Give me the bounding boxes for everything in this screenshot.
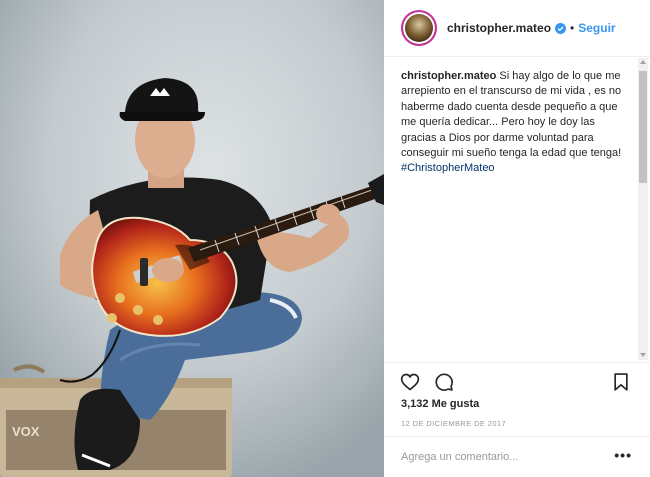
comment-input[interactable] bbox=[401, 448, 601, 466]
scroll-down-arrow-icon[interactable] bbox=[640, 353, 646, 357]
caption-hashtag[interactable]: #ChristopherMateo bbox=[401, 162, 495, 174]
comment-box: ••• bbox=[384, 436, 650, 477]
post-photo[interactable]: VOX bbox=[0, 0, 384, 477]
comment-icon[interactable] bbox=[434, 372, 454, 392]
caption-scrollbar[interactable] bbox=[638, 58, 648, 360]
separator-dot: • bbox=[570, 21, 575, 35]
follow-button[interactable]: Seguir bbox=[578, 21, 615, 35]
amp-logo: VOX bbox=[12, 424, 40, 439]
username-link[interactable]: christopher.mateo bbox=[447, 21, 551, 35]
likes-count[interactable]: 3,132 Me gusta bbox=[401, 398, 479, 410]
photo-illustration: VOX bbox=[0, 0, 384, 477]
caption-text: Si hay algo de lo que me arrepiento en e… bbox=[401, 70, 622, 160]
bookmark-icon[interactable] bbox=[611, 372, 631, 392]
heart-icon[interactable] bbox=[400, 372, 420, 392]
caption: christopher.mateo Si hay algo de lo que … bbox=[401, 69, 626, 177]
post-date: 12 DE DICIEMBRE DE 2017 bbox=[401, 419, 507, 428]
post-details-panel: christopher.mateo • Seguir christopher.m… bbox=[384, 0, 650, 477]
avatar[interactable] bbox=[401, 10, 437, 46]
post-header: christopher.mateo • Seguir bbox=[384, 0, 650, 57]
instagram-post: VOX christopher.mateo • Seguir christoph… bbox=[0, 0, 650, 477]
verified-badge-icon bbox=[555, 22, 567, 34]
more-options-icon[interactable]: ••• bbox=[614, 448, 632, 462]
scroll-thumb[interactable] bbox=[639, 71, 647, 183]
scroll-up-arrow-icon[interactable] bbox=[640, 60, 646, 64]
caption-area: christopher.mateo Si hay algo de lo que … bbox=[384, 58, 650, 360]
caption-author[interactable]: christopher.mateo bbox=[401, 70, 496, 82]
action-bar bbox=[384, 362, 650, 398]
